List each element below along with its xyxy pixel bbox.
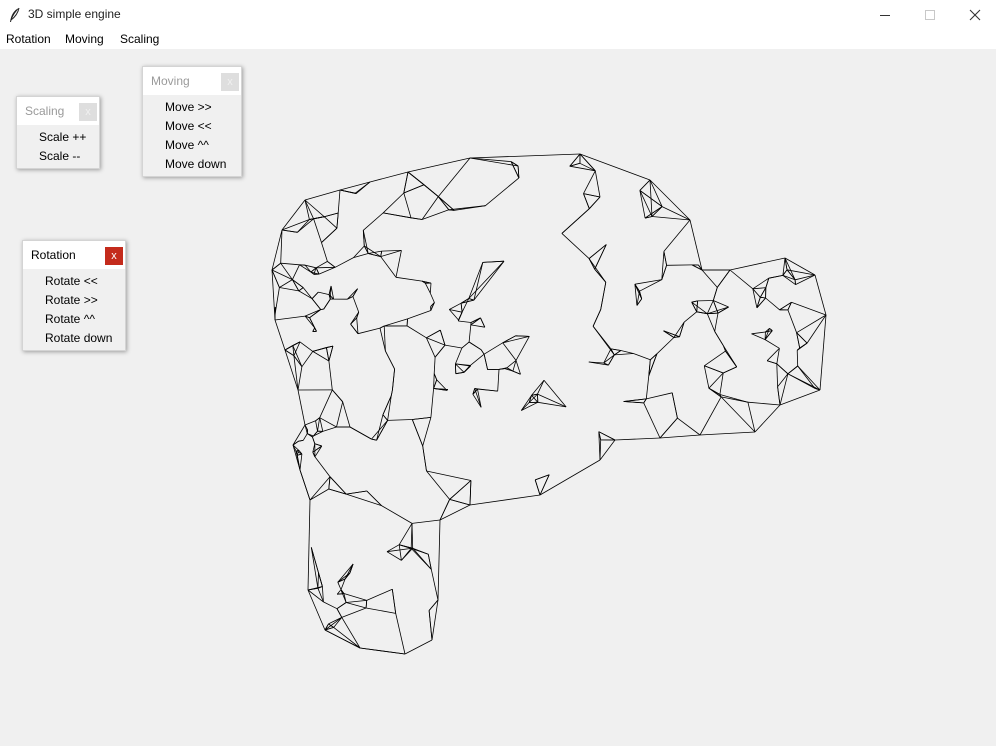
move-left-item[interactable]: Move << — [143, 117, 241, 136]
close-popup-button[interactable]: x — [221, 73, 239, 91]
close-window-button[interactable] — [952, 0, 996, 30]
popup-title: Scaling — [25, 104, 65, 118]
rotate-up-item[interactable]: Rotate ^^ — [23, 310, 125, 329]
scale-down-item[interactable]: Scale -- — [17, 147, 99, 166]
close-icon — [969, 9, 981, 21]
rotation-popup: Rotation x Rotate << Rotate >> Rotate ^^… — [22, 240, 126, 351]
scaling-popup: Scaling x Scale ++ Scale -- — [16, 96, 100, 169]
popup-title: Moving — [151, 74, 190, 88]
minimize-button[interactable] — [862, 0, 908, 30]
minimize-icon — [880, 15, 890, 16]
menu-scaling[interactable]: Scaling — [120, 32, 159, 46]
wireframe-mesh — [271, 153, 827, 655]
rotate-down-item[interactable]: Rotate down — [23, 329, 125, 348]
move-right-item[interactable]: Move >> — [143, 98, 241, 117]
popup-header[interactable]: Moving x — [143, 67, 241, 95]
close-popup-button[interactable]: x — [105, 247, 123, 265]
rotate-left-item[interactable]: Rotate << — [23, 272, 125, 291]
close-popup-button[interactable]: x — [79, 103, 97, 121]
title-bar: 3D simple engine — [0, 0, 996, 30]
maximize-button[interactable] — [907, 0, 953, 30]
popup-header[interactable]: Rotation x — [23, 241, 125, 269]
maximize-icon — [925, 10, 935, 20]
rotate-right-item[interactable]: Rotate >> — [23, 291, 125, 310]
scale-up-item[interactable]: Scale ++ — [17, 128, 99, 147]
menu-rotation[interactable]: Rotation — [6, 32, 51, 46]
popup-header[interactable]: Scaling x — [17, 97, 99, 125]
popup-title: Rotation — [31, 248, 76, 262]
feather-icon — [10, 7, 20, 22]
moving-popup: Moving x Move >> Move << Move ^^ Move do… — [142, 66, 242, 177]
move-up-item[interactable]: Move ^^ — [143, 136, 241, 155]
move-down-item[interactable]: Move down — [143, 155, 241, 174]
menu-bar: Rotation Moving Scaling — [0, 30, 996, 49]
window-title: 3D simple engine — [28, 7, 121, 21]
menu-moving[interactable]: Moving — [65, 32, 104, 46]
